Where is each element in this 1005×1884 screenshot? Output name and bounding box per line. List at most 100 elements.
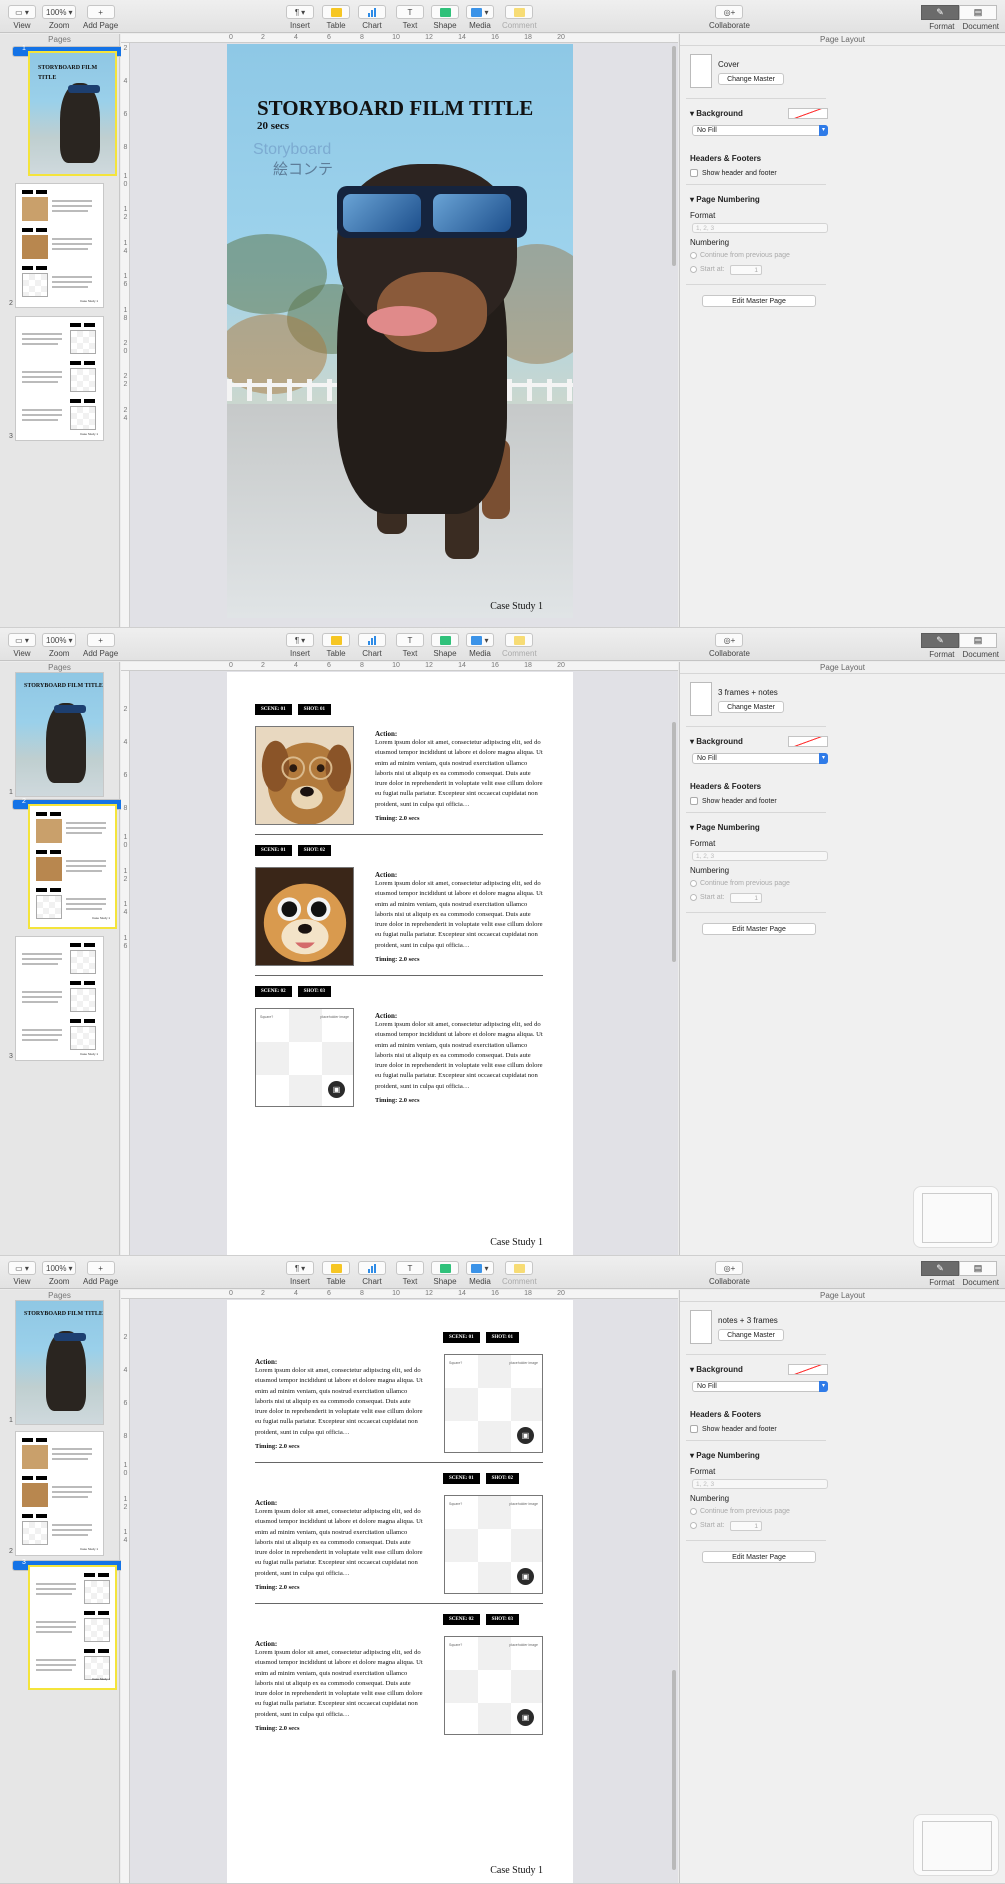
- add-page-button[interactable]: + Add Page: [83, 1261, 118, 1287]
- shot-tag[interactable]: SHOT: 03: [485, 1614, 520, 1625]
- thumbnail-page-2[interactable]: Case Study 1 2: [0, 1427, 120, 1557]
- zoom-select[interactable]: 100% ▾: [42, 1261, 77, 1275]
- insert-button[interactable]: ¶ ▾ Insert: [286, 1261, 314, 1287]
- fill-select[interactable]: No Fill ▾: [692, 125, 828, 136]
- table-button[interactable]: Table: [322, 633, 350, 659]
- zoom-control[interactable]: 100% ▾ Zoom: [42, 5, 77, 31]
- text-button[interactable]: T Text: [396, 5, 424, 31]
- document-icon[interactable]: ▤: [959, 1261, 997, 1276]
- action-notes[interactable]: Action: Lorem ipsum dolor sit amet, cons…: [375, 1012, 543, 1104]
- comment-button[interactable]: Comment: [502, 1261, 537, 1287]
- document-icon[interactable]: ▤: [959, 5, 997, 20]
- edit-master-page-button[interactable]: Edit Master Page: [702, 1551, 816, 1563]
- media-button[interactable]: ▾ Media: [466, 1261, 494, 1287]
- cover-subtitle[interactable]: 20 secs: [257, 120, 289, 132]
- cover-title[interactable]: STORYBOARD FILM TITLE: [257, 96, 533, 121]
- zoom-control[interactable]: 100% ▾ Zoom: [42, 633, 77, 659]
- add-page-button[interactable]: + Add Page: [83, 5, 118, 31]
- start-at-stepper[interactable]: 1: [730, 893, 762, 903]
- format-brush-icon[interactable]: ✎: [921, 633, 959, 648]
- change-master-button[interactable]: Change Master: [718, 1329, 784, 1341]
- shot-tag[interactable]: SHOT: 01: [485, 1332, 520, 1343]
- frame-image[interactable]: [255, 867, 354, 966]
- document-canvas[interactable]: 0 2 4 6 8 10 12 14 16 18 20 246810121416 SCENE: 01…: [121, 662, 678, 1255]
- shape-button[interactable]: Shape: [431, 1261, 459, 1287]
- document-canvas[interactable]: 0 2 4 6 8 10 12 14 16 18 20 24681012141618202224 S…: [121, 34, 678, 627]
- change-master-button[interactable]: Change Master: [718, 701, 784, 713]
- action-notes[interactable]: Action: Lorem ipsum dolor sit amet, cons…: [375, 730, 543, 822]
- background-section[interactable]: ▾ Background: [690, 1365, 743, 1374]
- add-page-button[interactable]: + Add Page: [83, 633, 118, 659]
- format-brush-icon[interactable]: ✎: [921, 1261, 959, 1276]
- page-thumbnails-sidebar[interactable]: Pages STORYBOARD FILM TITLE 1 Case Study…: [0, 34, 148, 627]
- vertical-scrollbar[interactable]: [672, 46, 676, 266]
- collaborate-button[interactable]: ◎+ Collaborate: [709, 633, 750, 659]
- page-thumbnails-sidebar[interactable]: Pages STORYBOARD FILM TITLE 1 Case Study…: [0, 1290, 148, 1883]
- continue-radio[interactable]: Continue from previous page: [690, 252, 790, 259]
- window-preview-thumbnail[interactable]: [913, 1814, 999, 1876]
- fill-select[interactable]: No Fill ▾: [692, 753, 828, 764]
- fill-select[interactable]: No Fill ▾: [692, 1381, 828, 1392]
- zoom-select[interactable]: 100% ▾: [42, 5, 77, 19]
- image-placeholder-icon[interactable]: ▣: [517, 1709, 534, 1726]
- format-tab[interactable]: Format: [929, 650, 954, 659]
- show-header-footer-checkbox[interactable]: Show header and footer: [690, 797, 777, 805]
- view-control[interactable]: ▭ ▾ View: [8, 5, 36, 31]
- start-at-radio[interactable]: Start at:: [690, 1522, 725, 1529]
- view-control[interactable]: ▭ ▾ View: [8, 1261, 36, 1287]
- comment-button[interactable]: Comment: [502, 5, 537, 31]
- table-button[interactable]: Table: [322, 5, 350, 31]
- continue-radio[interactable]: Continue from previous page: [690, 1508, 790, 1515]
- scene-tag[interactable]: SCENE: 01: [443, 1473, 480, 1484]
- shot-tag[interactable]: SHOT: 02: [485, 1473, 520, 1484]
- scene-tag[interactable]: SCENE: 01: [255, 845, 292, 856]
- action-notes[interactable]: Action: Lorem ipsum dolor sit amet, cons…: [255, 1499, 423, 1591]
- background-color-swatch[interactable]: [788, 736, 828, 747]
- format-brush-icon[interactable]: ✎: [921, 5, 959, 20]
- scene-tag[interactable]: SCENE: 02: [443, 1614, 480, 1625]
- shape-button[interactable]: Shape: [431, 5, 459, 31]
- vertical-scrollbar[interactable]: [672, 722, 676, 962]
- frame-image[interactable]: [255, 726, 354, 825]
- media-button[interactable]: ▾ Media: [466, 633, 494, 659]
- page-numbering-section[interactable]: ▾ Page Numbering: [690, 823, 760, 832]
- show-header-footer-checkbox[interactable]: Show header and footer: [690, 169, 777, 177]
- insert-button[interactable]: ¶ ▾ Insert: [286, 633, 314, 659]
- text-button[interactable]: T Text: [396, 1261, 424, 1287]
- document-tab[interactable]: Document: [963, 650, 999, 659]
- background-color-swatch[interactable]: [788, 1364, 828, 1375]
- image-placeholder-icon[interactable]: ▣: [517, 1427, 534, 1444]
- show-header-footer-checkbox[interactable]: Show header and footer: [690, 1425, 777, 1433]
- inspector-segment[interactable]: ✎ ▤: [921, 633, 997, 648]
- thumbnail-page-3[interactable]: Case Study 1 3: [0, 312, 120, 442]
- continue-radio[interactable]: Continue from previous page: [690, 880, 790, 887]
- shot-tag[interactable]: SHOT: 03: [297, 986, 332, 997]
- format-tab[interactable]: Format: [929, 22, 954, 31]
- cover-tagline-jp[interactable]: 絵コンテ: [273, 158, 333, 179]
- frame-placeholder[interactable]: Square? placeholder image ▣: [255, 1008, 354, 1107]
- start-at-radio[interactable]: Start at:: [690, 894, 725, 901]
- image-placeholder-icon[interactable]: ▣: [328, 1081, 345, 1098]
- start-at-stepper[interactable]: 1: [730, 1521, 762, 1531]
- text-button[interactable]: T Text: [396, 633, 424, 659]
- format-tab[interactable]: Format: [929, 1278, 954, 1287]
- inspector-segment[interactable]: ✎ ▤: [921, 1261, 997, 1276]
- zoom-control[interactable]: 100% ▾ Zoom: [42, 1261, 77, 1287]
- edit-master-page-button[interactable]: Edit Master Page: [702, 923, 816, 935]
- image-placeholder-icon[interactable]: ▣: [517, 1568, 534, 1585]
- thumbnail-page-2[interactable]: Case Study 1 2: [0, 179, 120, 309]
- start-at-stepper[interactable]: 1: [730, 265, 762, 275]
- thumbnail-page-3[interactable]: Case Study 1 3: [0, 932, 120, 1062]
- frame-placeholder[interactable]: Square? placeholder image ▣: [444, 1354, 543, 1453]
- scene-tag[interactable]: SCENE: 01: [443, 1332, 480, 1343]
- chart-button[interactable]: Chart: [358, 1261, 386, 1287]
- scene-tag[interactable]: SCENE: 01: [255, 704, 292, 715]
- background-section[interactable]: ▾ Background: [690, 109, 743, 118]
- insert-button[interactable]: ¶ ▾ Insert: [286, 5, 314, 31]
- chart-button[interactable]: Chart: [358, 5, 386, 31]
- comment-button[interactable]: Comment: [502, 633, 537, 659]
- media-button[interactable]: ▾ Media: [466, 5, 494, 31]
- table-button[interactable]: Table: [322, 1261, 350, 1287]
- chart-button[interactable]: Chart: [358, 633, 386, 659]
- background-section[interactable]: ▾ Background: [690, 737, 743, 746]
